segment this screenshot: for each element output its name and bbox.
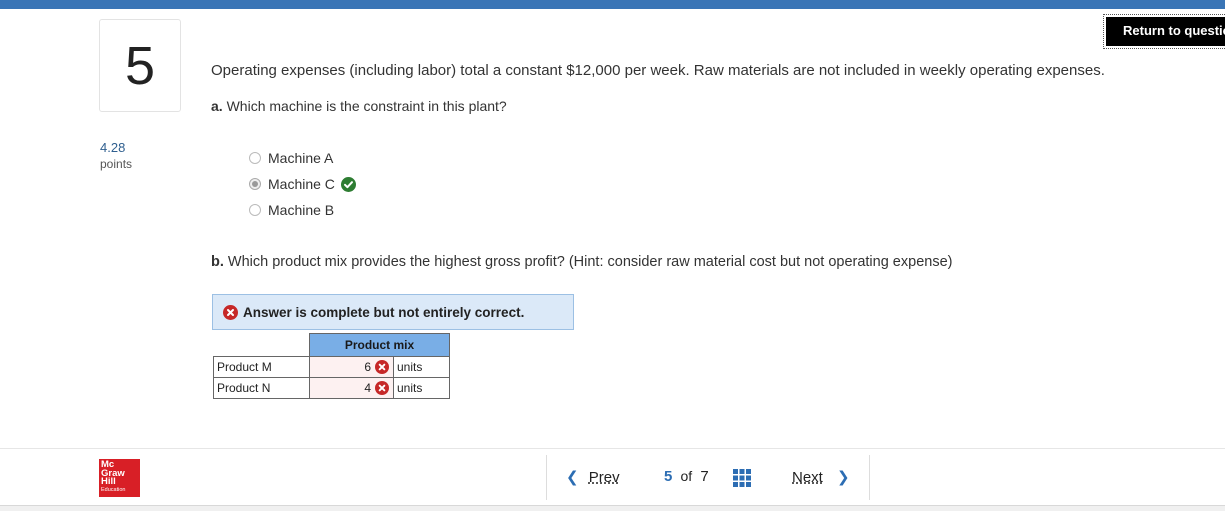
chevron-left-icon: ❮ — [566, 469, 579, 486]
answer-value: 6 — [364, 359, 371, 374]
points-value: 4.28 — [100, 140, 126, 155]
top-accent-bar — [0, 0, 1225, 9]
answer-value: 4 — [364, 380, 371, 395]
answer-input-product-n[interactable]: 4 — [309, 377, 394, 399]
product-mix-table: Product mix Product M 6 units Product N … — [213, 333, 450, 399]
option-machine-b[interactable]: Machine B — [249, 200, 334, 220]
unit-label: units — [393, 377, 450, 399]
answer-input-product-m[interactable]: 6 — [309, 356, 394, 378]
grid-view-icon[interactable] — [733, 469, 751, 487]
part-b-text: Which product mix provides the highest g… — [227, 254, 953, 270]
option-machine-a[interactable]: Machine A — [249, 148, 333, 168]
prev-button[interactable]: ❮ Prev — [566, 468, 620, 486]
current-page: 5 — [664, 468, 673, 485]
feedback-banner: Answer is complete but not entirely corr… — [212, 294, 574, 330]
check-icon — [340, 176, 356, 192]
part-b-question: b. Which product mix provides the highes… — [211, 254, 952, 270]
next-label: Next — [792, 469, 823, 486]
page-indicator: 5 of 7 — [664, 468, 709, 485]
incorrect-icon — [375, 360, 389, 375]
option-label: Machine C — [268, 176, 335, 192]
radio-button-selected[interactable] — [249, 178, 261, 190]
option-label: Machine A — [268, 150, 334, 166]
part-a-text: Which machine is the constraint in this … — [226, 98, 507, 114]
option-machine-c[interactable]: Machine C — [249, 174, 356, 194]
table-row: Product N 4 units — [213, 377, 450, 399]
next-button[interactable]: Next ❯ — [792, 468, 850, 486]
logo-line: Education — [101, 486, 126, 493]
mcgraw-hill-logo: Mc Graw Hill Education — [99, 459, 140, 497]
incorrect-icon — [223, 304, 238, 320]
option-label: Machine B — [268, 202, 335, 218]
part-a-prefix: a. — [211, 98, 223, 114]
return-to-question-button[interactable]: Return to question — [1103, 14, 1225, 49]
unit-label: units — [393, 356, 450, 378]
row-label: Product N — [213, 377, 310, 399]
part-a-question: a. Which machine is the constraint in th… — [211, 98, 507, 114]
row-label: Product M — [213, 356, 310, 378]
points-label: points — [100, 157, 133, 171]
prev-label: Prev — [588, 469, 620, 486]
total-pages: 7 — [700, 468, 709, 485]
incorrect-icon — [375, 381, 389, 396]
radio-button[interactable] — [249, 204, 261, 216]
bottom-bar — [0, 505, 1225, 511]
feedback-text: Answer is complete but not entirely corr… — [243, 304, 525, 320]
radio-button[interactable] — [249, 152, 261, 164]
table-corner — [214, 334, 310, 357]
question-navigation: ❮ Prev 5 of 7 Next ❯ — [546, 455, 870, 500]
page-of-label: of — [680, 468, 693, 484]
chevron-right-icon: ❯ — [837, 469, 850, 486]
question-number: 5 — [99, 19, 181, 112]
table-header: Product mix — [309, 333, 450, 357]
table-row: Product M 6 units — [213, 356, 450, 378]
footer-divider — [0, 448, 1225, 449]
logo-line: Hill — [101, 476, 116, 487]
part-b-prefix: b. — [211, 254, 224, 270]
question-intro: Operating expenses (including labor) tot… — [211, 62, 1105, 79]
